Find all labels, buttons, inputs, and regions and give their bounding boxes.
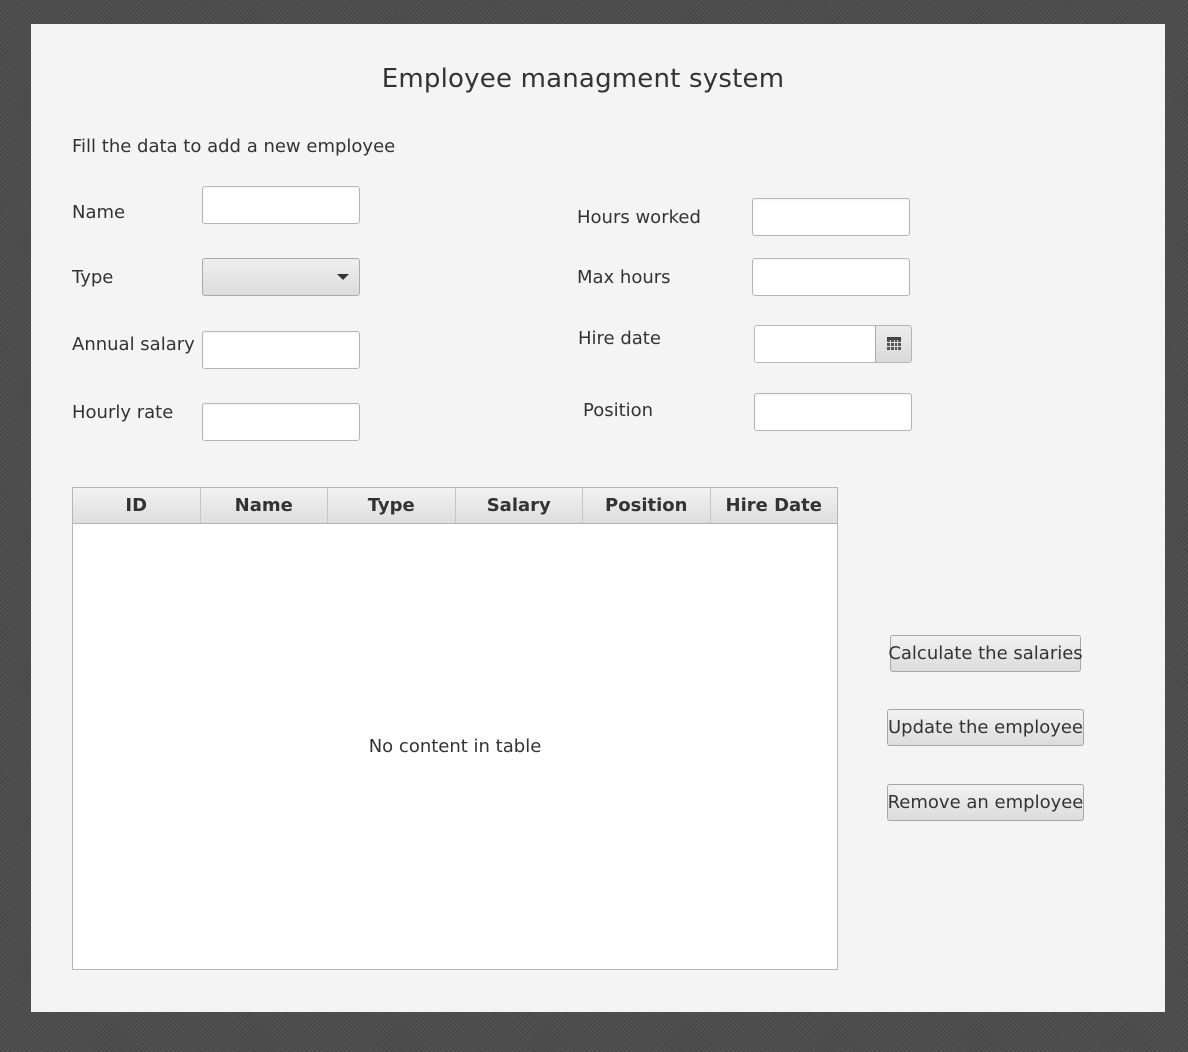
employee-table[interactable]: ID Name Type Salary Position Hire Date N… [72, 487, 838, 970]
type-combobox[interactable] [202, 258, 360, 296]
column-header-type[interactable]: Type [328, 488, 456, 523]
hourly-rate-label: Hourly rate [72, 402, 174, 423]
hire-date-picker[interactable] [754, 325, 912, 363]
column-header-id[interactable]: ID [73, 488, 201, 523]
column-header-salary[interactable]: Salary [456, 488, 583, 523]
chevron-down-icon [337, 274, 349, 280]
table-empty-placeholder: No content in table [368, 736, 542, 757]
hire-date-calendar-button[interactable] [875, 326, 911, 362]
form-instructions: Fill the data to add a new employee [72, 136, 396, 157]
column-header-name[interactable]: Name [201, 488, 328, 523]
calculate-salaries-button[interactable]: Calculate the salaries [888, 635, 1083, 672]
remove-employee-button[interactable]: Remove an employee [887, 784, 1084, 821]
position-input[interactable] [754, 393, 912, 431]
name-label: Name [72, 202, 126, 223]
type-label: Type [72, 267, 114, 288]
max-hours-input[interactable] [752, 258, 910, 296]
hire-date-label: Hire date [578, 328, 661, 349]
hours-worked-label: Hours worked [577, 207, 701, 228]
calendar-icon [887, 337, 901, 350]
annual-salary-label: Annual salary [72, 334, 195, 355]
column-header-position[interactable]: Position [583, 488, 711, 523]
position-label: Position [583, 400, 654, 421]
column-header-hire-date[interactable]: Hire Date [711, 488, 838, 523]
max-hours-label: Max hours [577, 267, 671, 288]
hours-worked-input[interactable] [752, 198, 910, 236]
hourly-rate-input[interactable] [202, 403, 360, 441]
main-window: Employee managment system Fill the data … [31, 24, 1165, 1012]
page-title: Employee managment system [381, 64, 785, 94]
annual-salary-input[interactable] [202, 331, 360, 369]
name-input[interactable] [202, 186, 360, 224]
update-employee-button[interactable]: Update the employee [887, 709, 1084, 746]
table-header: ID Name Type Salary Position Hire Date [73, 488, 837, 524]
hire-date-input[interactable] [755, 326, 875, 362]
